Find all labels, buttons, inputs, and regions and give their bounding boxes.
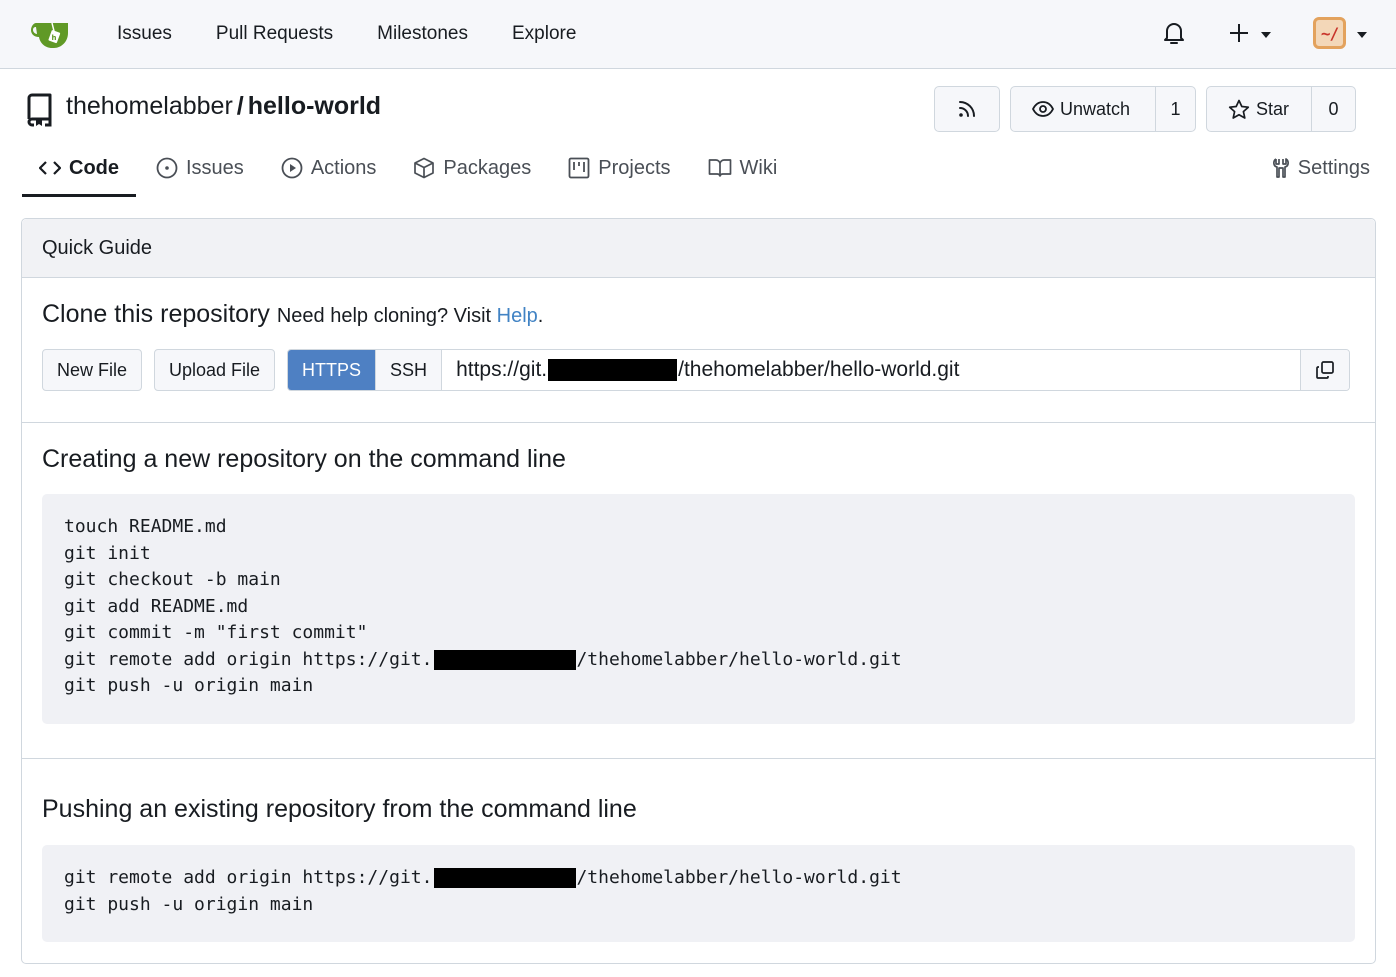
eye-icon (1032, 101, 1054, 117)
stars-count[interactable]: 0 (1311, 87, 1355, 131)
book-icon (708, 159, 731, 177)
tab-settings[interactable]: Settings (1272, 140, 1370, 196)
tab-projects-label: Projects (598, 156, 671, 179)
tab-issues[interactable]: Issues (139, 140, 261, 196)
tab-projects[interactable]: Projects (551, 140, 687, 196)
redacted-domain (434, 649, 577, 670)
upload-file-button[interactable]: Upload File (154, 349, 276, 391)
new-repo-heading: Creating a new repository on the command… (42, 445, 566, 473)
copy-icon (1316, 361, 1334, 379)
repo-header: thehomelabber / hello-world Unwatch 1 St… (0, 0, 1396, 198)
tab-settings-label: Settings (1297, 156, 1370, 179)
repo-name-link[interactable]: hello-world (248, 92, 381, 120)
tab-actions-label: Actions (310, 156, 377, 179)
tab-packages-label: Packages (443, 156, 532, 179)
tab-wiki[interactable]: Wiki (691, 140, 795, 196)
clone-url-group: HTTPS SSH https://git. /thehomelabber/hel… (287, 349, 1351, 391)
clone-help-suffix: . (537, 305, 544, 327)
remote-prefix: git remote add origin https://git. (64, 648, 433, 670)
clone-title: Clone this repository Need help cloning?… (42, 300, 543, 329)
code-line-remote: git remote add origin https://git. /theho… (64, 647, 1333, 674)
new-repo-code-block: touch README.md git init git checkout -b m… (42, 494, 1355, 724)
star-button[interactable]: Star (1207, 87, 1311, 131)
star-label: Star (1256, 98, 1290, 119)
existing-repo-code-block: git remote add origin https://git. /theho… (42, 845, 1355, 942)
clone-help-text: Need help cloning? Visit Help. (277, 305, 543, 327)
tab-wiki-label: Wiki (739, 156, 778, 179)
remote-prefix: git remote add origin https://git. (64, 867, 433, 888)
clone-url-prefix: https://git. (456, 358, 548, 381)
unwatch-button[interactable]: Unwatch (1011, 87, 1155, 131)
rss-feed-button[interactable] (934, 86, 1000, 132)
code-line-remote: git remote add origin https://git. /theho… (64, 865, 1333, 892)
project-icon (568, 157, 590, 179)
code-icon (39, 161, 61, 175)
watchers-count[interactable]: 1 (1155, 87, 1195, 131)
tools-icon (1272, 158, 1289, 178)
clone-url-suffix: /thehomelabber/hello-world.git (678, 358, 960, 381)
repo-icon (27, 93, 52, 127)
existing-repo-section: Pushing an existing repository from the … (22, 759, 1375, 964)
code-line: touch README.md (64, 516, 227, 537)
tab-code[interactable]: Code (22, 140, 136, 197)
ssh-toggle[interactable]: SSH (375, 350, 442, 390)
remote-suffix: /thehomelabber/hello-world.git (576, 648, 902, 670)
repo-actions: Unwatch 1 Star 0 (934, 86, 1356, 132)
redacted-domain (434, 868, 577, 888)
tab-actions[interactable]: Actions (264, 140, 394, 196)
tab-issues-label: Issues (186, 156, 244, 179)
tab-packages[interactable]: Packages (396, 140, 548, 196)
code-line: git push -u origin main (64, 675, 314, 696)
repo-owner-link[interactable]: thehomelabber (66, 92, 233, 120)
play-icon (281, 157, 303, 179)
clone-heading: Clone this repository (42, 300, 270, 328)
code-line: git commit -m "first commit" (64, 622, 368, 643)
redacted-domain (548, 359, 678, 381)
star-icon (1228, 99, 1250, 119)
quick-guide-panel: Quick Guide Clone this repository Need h… (21, 218, 1376, 964)
watch-button-group: Unwatch 1 (1010, 86, 1196, 132)
rss-icon (959, 101, 975, 117)
repo-title: thehomelabber / hello-world (66, 92, 381, 121)
new-repo-section: Creating a new repository on the command… (22, 423, 1375, 759)
package-icon (414, 157, 435, 179)
copy-url-button[interactable] (1300, 350, 1350, 390)
clone-url-input[interactable]: https://git. /thehomelabber/hello-world.g… (441, 350, 1301, 390)
remote-suffix: /thehomelabber/hello-world.git (576, 867, 902, 888)
clone-controls: New File Upload File HTTPS SSH https://g… (42, 349, 1351, 391)
https-toggle[interactable]: HTTPS (288, 350, 376, 390)
existing-repo-heading: Pushing an existing repository from the … (42, 795, 637, 823)
repo-title-separator: / (236, 92, 244, 120)
repo-tabs: Code Issues Actions Packages Projects Wi… (22, 140, 797, 197)
quick-guide-title: Quick Guide (22, 219, 1375, 278)
star-button-group: Star 0 (1206, 86, 1356, 132)
code-line: git push -u origin main (64, 893, 314, 915)
code-line: git add README.md (64, 595, 249, 617)
code-line: git checkout -b main (64, 569, 281, 590)
issue-opened-icon (156, 157, 178, 179)
new-file-button[interactable]: New File (42, 349, 143, 391)
clone-section: Clone this repository Need help cloning?… (22, 278, 1375, 423)
unwatch-label: Unwatch (1060, 98, 1131, 119)
help-link[interactable]: Help (497, 305, 538, 327)
code-line: git init (64, 542, 151, 564)
clone-help-prefix: Need help cloning? Visit (276, 305, 497, 327)
tab-code-label: Code (69, 156, 119, 179)
